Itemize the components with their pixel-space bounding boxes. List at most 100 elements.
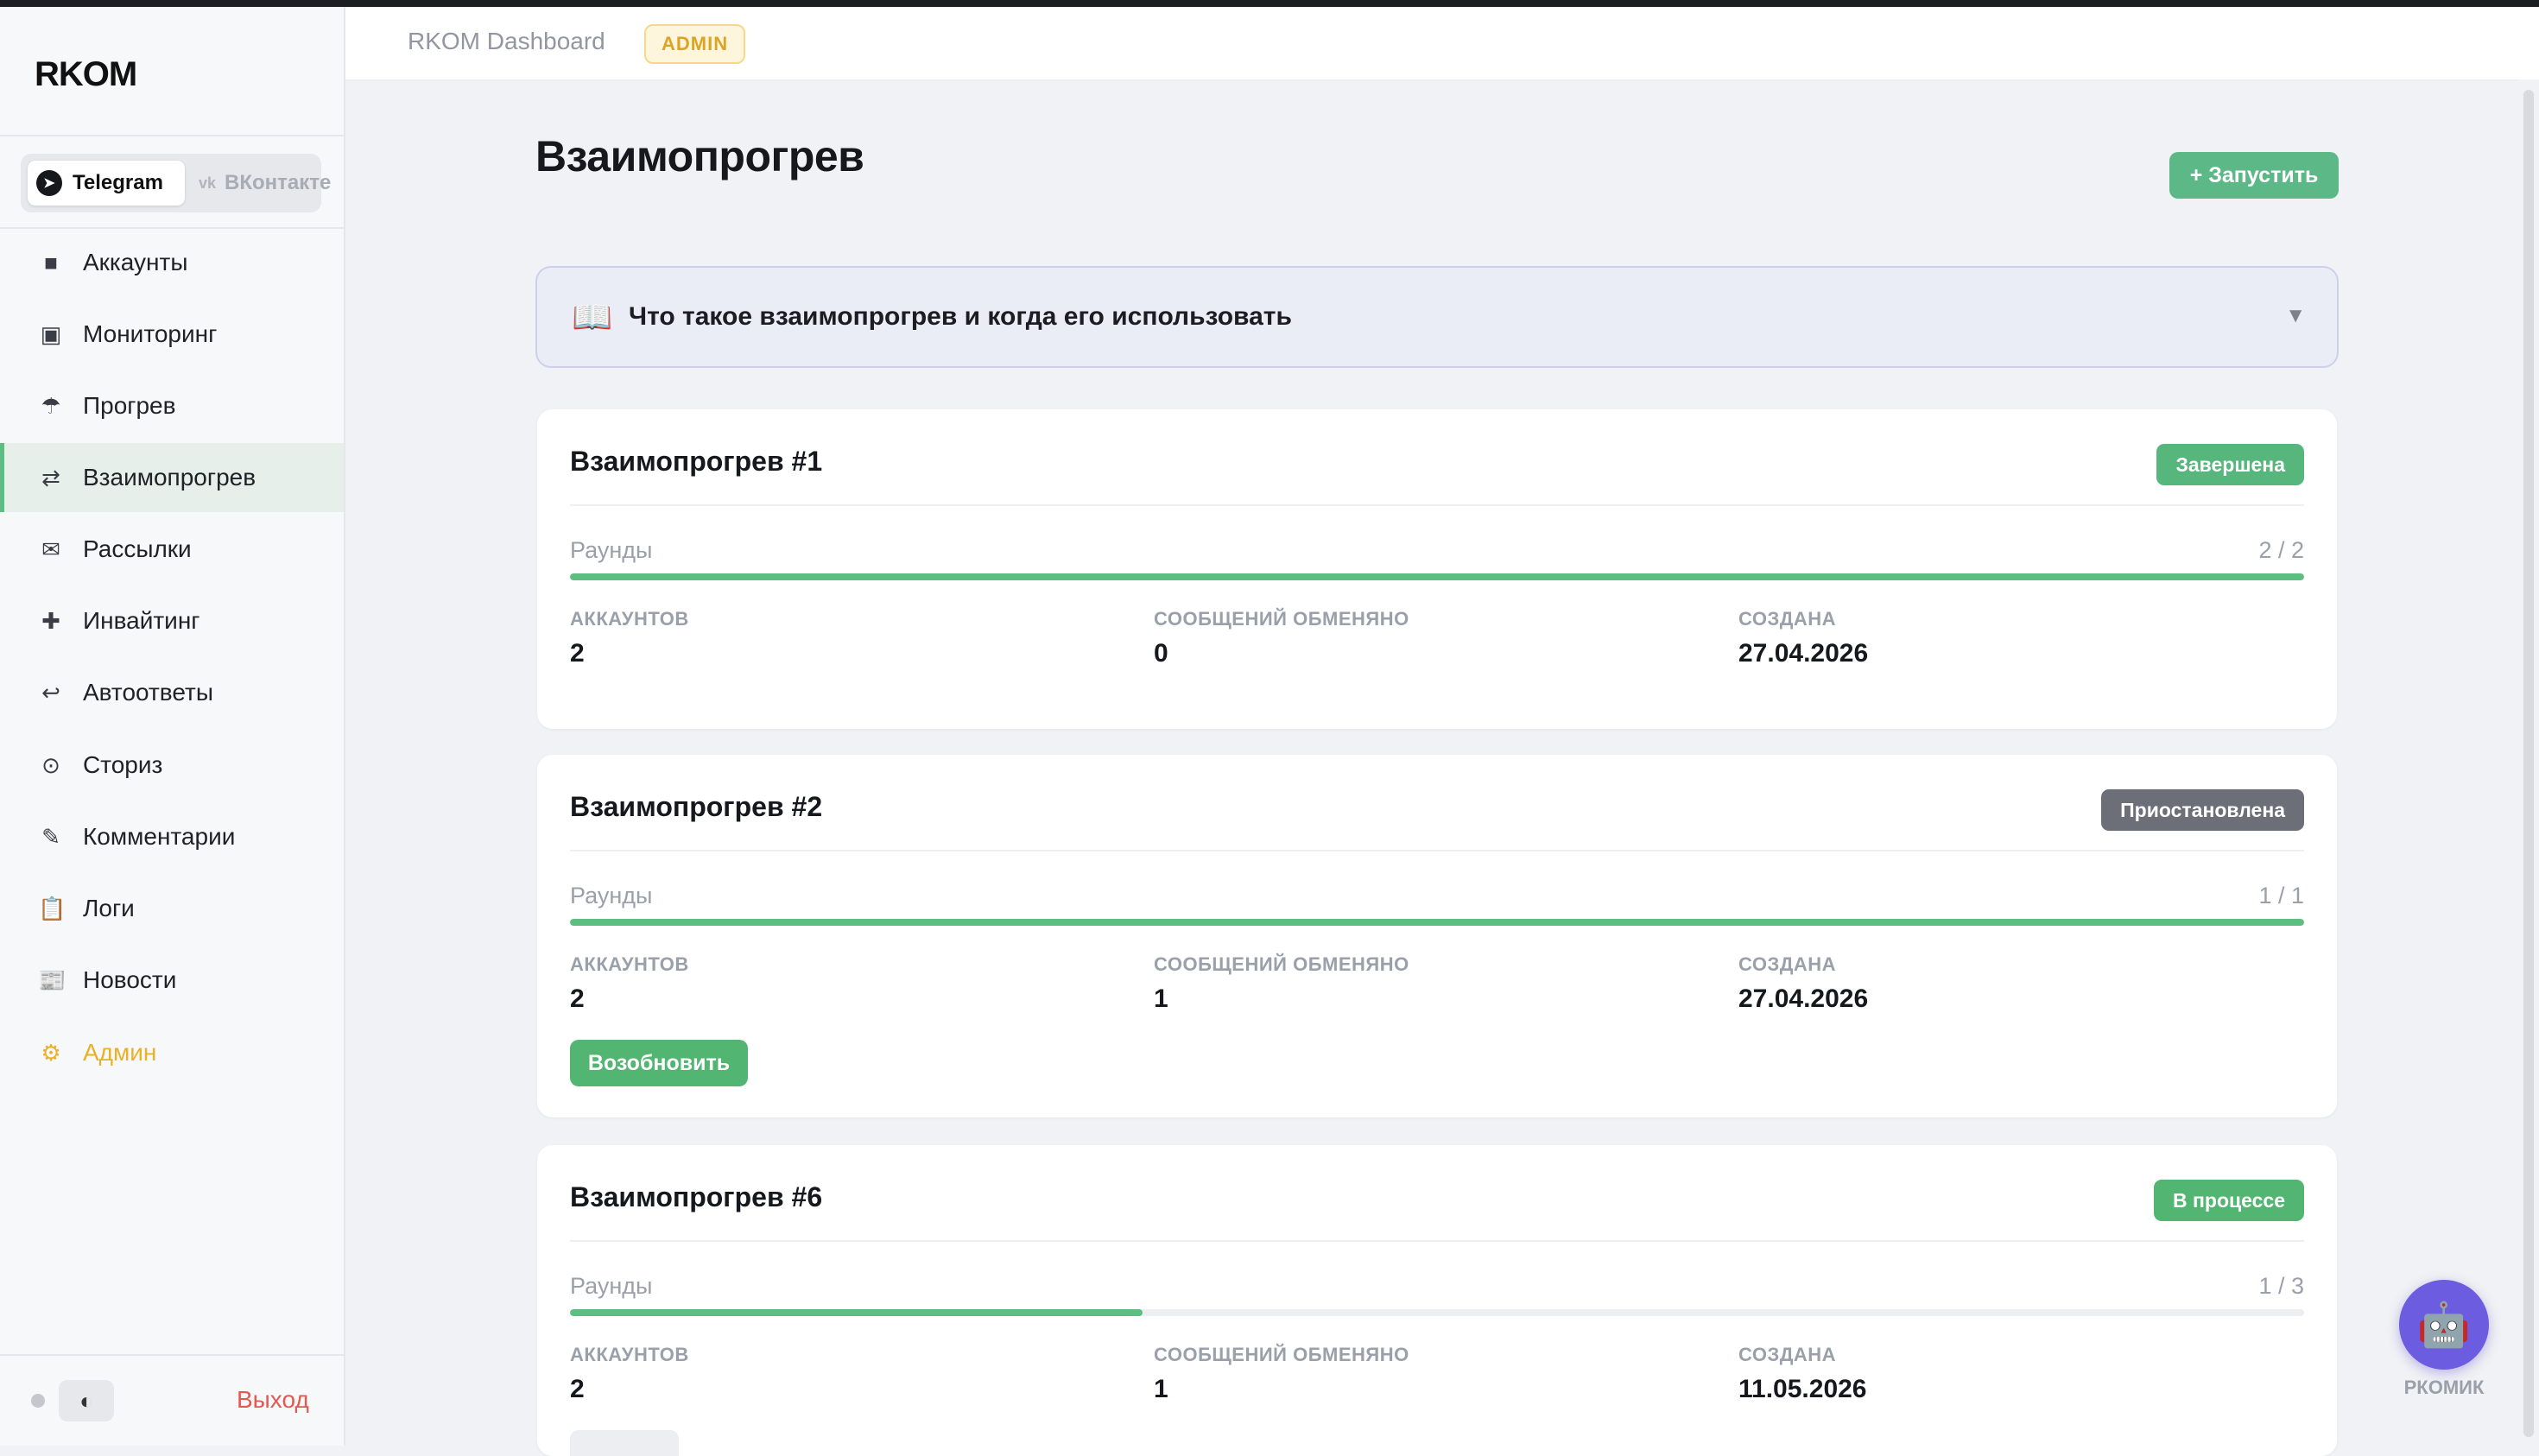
sidebar-item-label: Рассылки bbox=[83, 535, 192, 562]
accounts-icon: ■ bbox=[44, 249, 58, 275]
sidebar-divider bbox=[0, 1354, 344, 1356]
plus-icon: ✚ bbox=[41, 607, 60, 634]
created-value: 27.04.2026 bbox=[1738, 639, 1869, 668]
telegram-icon: ➤ bbox=[36, 170, 62, 196]
run-button[interactable]: + Запустить bbox=[2169, 152, 2339, 199]
chevron-down-icon[interactable]: ▼ bbox=[2285, 304, 2306, 328]
status-dot bbox=[31, 1394, 45, 1408]
sidebar-item-11[interactable]: ⚙ Админ bbox=[0, 1018, 344, 1087]
info-accordion-title: Что такое взаимопрогрев и когда его испо… bbox=[629, 302, 1292, 331]
accounts-value: 2 bbox=[570, 984, 585, 1013]
contrast-icon: ◐ bbox=[79, 1387, 93, 1414]
card-action-button[interactable] bbox=[570, 1430, 679, 1456]
sidebar-item-label: Сториз bbox=[83, 751, 163, 778]
sidebar-item-7[interactable]: ⊙ Сториз bbox=[0, 731, 344, 800]
accounts-label: АККАУНТОВ bbox=[570, 608, 689, 630]
rounds-value: 1 / 3 bbox=[2258, 1273, 2304, 1299]
page-title: Взаимопрогрев bbox=[535, 132, 864, 180]
created-label: СОЗДАНА bbox=[1738, 953, 1837, 975]
logo: RKOM bbox=[35, 55, 137, 93]
messages-label: СООБЩЕНИЙ ОБМЕНЯНО bbox=[1154, 953, 1409, 975]
vk-icon: vk bbox=[199, 174, 217, 192]
info-accordion[interactable]: 📖 Что такое взаимопрогрев и когда его ис… bbox=[535, 266, 2339, 368]
platform-switcher: ➤ Telegram vk ВКонтакте bbox=[21, 154, 331, 212]
scrollbar-thumb[interactable] bbox=[2523, 90, 2534, 1437]
header: RKOM Dashboard ADMIN bbox=[345, 7, 2539, 81]
rounds-label: Раунды bbox=[570, 537, 653, 563]
session-title: Взаимопрогрев #2 bbox=[570, 791, 823, 822]
logout-button[interactable]: Выход bbox=[237, 1386, 309, 1414]
session-card: Взаимопрогрев #2 Приостановлена Раунды 1… bbox=[537, 755, 2337, 1117]
admin-badge: ADMIN bbox=[644, 24, 746, 64]
accounts-label: АККАУНТОВ bbox=[570, 1344, 689, 1365]
sidebar-item-9[interactable]: 📋 Логи bbox=[0, 874, 344, 943]
sidebar-item-label: Новости bbox=[83, 966, 177, 993]
sidebar-item-8[interactable]: ✎ Комментарии bbox=[0, 802, 344, 871]
rounds-progress-bar bbox=[570, 1309, 2304, 1316]
pencil-icon: ✎ bbox=[41, 823, 60, 850]
sidebar-item-label: Мониторинг bbox=[83, 320, 218, 347]
rounds-value: 1 / 1 bbox=[2258, 883, 2304, 908]
status-badge: Приостановлена bbox=[2101, 789, 2304, 831]
card-divider bbox=[570, 1240, 2304, 1242]
messages-value: 1 bbox=[1154, 1375, 1168, 1403]
assistant-label: РКОМИК bbox=[2403, 1377, 2485, 1398]
rounds-label: Раунды bbox=[570, 1273, 653, 1299]
accounts-value: 2 bbox=[570, 639, 585, 668]
sidebar-item-2[interactable]: ☂ Прогрев bbox=[0, 371, 344, 440]
platform-vk-label: ВКонтакте bbox=[225, 171, 332, 194]
created-label: СОЗДАНА bbox=[1738, 1344, 1837, 1365]
rounds-progress-bar bbox=[570, 573, 2304, 580]
umbrella-icon: ☂ bbox=[41, 392, 61, 419]
sidebar-item-label: Логи bbox=[83, 895, 135, 921]
rounds-progress-fill bbox=[570, 573, 2304, 580]
envelope-icon: ✉ bbox=[41, 535, 60, 562]
monitoring-icon: ▣ bbox=[40, 320, 62, 347]
platform-telegram-label: Telegram bbox=[73, 171, 163, 194]
assistant-button[interactable]: 🤖 bbox=[2399, 1280, 2489, 1370]
card-divider bbox=[570, 850, 2304, 851]
swap-arrows-icon: ⇄ bbox=[41, 464, 60, 491]
rounds-progress-fill bbox=[570, 919, 2304, 926]
robot-icon: 🤖 bbox=[2416, 1300, 2472, 1349]
gear-icon: ⚙ bbox=[41, 1039, 61, 1066]
rounds-label: Раунды bbox=[570, 883, 653, 908]
sidebar: RKOM ➤ Telegram vk ВКонтакте ■ Аккаунты ▣ М… bbox=[0, 7, 345, 1446]
sidebar-item-1[interactable]: ▣ Мониторинг bbox=[0, 300, 344, 369]
card-divider bbox=[570, 504, 2304, 506]
status-badge: Завершена bbox=[2156, 444, 2304, 485]
clipboard-icon: 📋 bbox=[38, 895, 66, 921]
resume-button[interactable]: Возобновить bbox=[570, 1040, 748, 1086]
platform-telegram-button[interactable]: ➤ Telegram bbox=[28, 161, 185, 206]
sidebar-item-0[interactable]: ■ Аккаунты bbox=[0, 228, 344, 297]
accounts-label: АККАУНТОВ bbox=[570, 953, 689, 975]
messages-label: СООБЩЕНИЙ ОБМЕНЯНО bbox=[1154, 1344, 1409, 1365]
sidebar-item-3[interactable]: ⇄ Взаимопрогрев bbox=[0, 443, 344, 512]
header-title: RKOM Dashboard bbox=[408, 28, 605, 54]
sidebar-item-10[interactable]: 📰 Новости bbox=[0, 946, 344, 1015]
sidebar-item-4[interactable]: ✉ Рассылки bbox=[0, 515, 344, 584]
reply-icon: ↩ bbox=[41, 679, 60, 706]
rounds-progress-fill bbox=[570, 1309, 1143, 1316]
rounds-progress-bar bbox=[570, 919, 2304, 926]
top-strip bbox=[0, 0, 2539, 7]
messages-value: 1 bbox=[1154, 984, 1168, 1013]
session-title: Взаимопрогрев #1 bbox=[570, 446, 823, 477]
sidebar-item-label: Комментарии bbox=[83, 823, 236, 850]
circle-dot-icon: ⊙ bbox=[41, 751, 60, 778]
messages-label: СООБЩЕНИЙ ОБМЕНЯНО bbox=[1154, 608, 1409, 630]
accounts-value: 2 bbox=[570, 1375, 585, 1403]
sidebar-divider bbox=[0, 135, 344, 136]
sidebar-item-label: Админ bbox=[83, 1039, 157, 1066]
sidebar-item-label: Инвайтинг bbox=[83, 607, 200, 634]
sidebar-item-6[interactable]: ↩ Автоответы bbox=[0, 658, 344, 727]
rounds-value: 2 / 2 bbox=[2258, 537, 2304, 563]
sidebar-item-label: Взаимопрогрев bbox=[83, 464, 256, 491]
theme-toggle-button[interactable]: ◐ bbox=[59, 1380, 114, 1421]
session-title: Взаимопрогрев #6 bbox=[570, 1181, 823, 1212]
platform-vk-button[interactable]: vk ВКонтакте bbox=[190, 161, 331, 206]
status-badge: В процессе bbox=[2154, 1180, 2304, 1221]
sidebar-item-label: Аккаунты bbox=[83, 249, 188, 275]
session-card: Взаимопрогрев #1 Завершена Раунды 2 / 2 … bbox=[537, 409, 2337, 729]
sidebar-item-5[interactable]: ✚ Инвайтинг bbox=[0, 586, 344, 655]
